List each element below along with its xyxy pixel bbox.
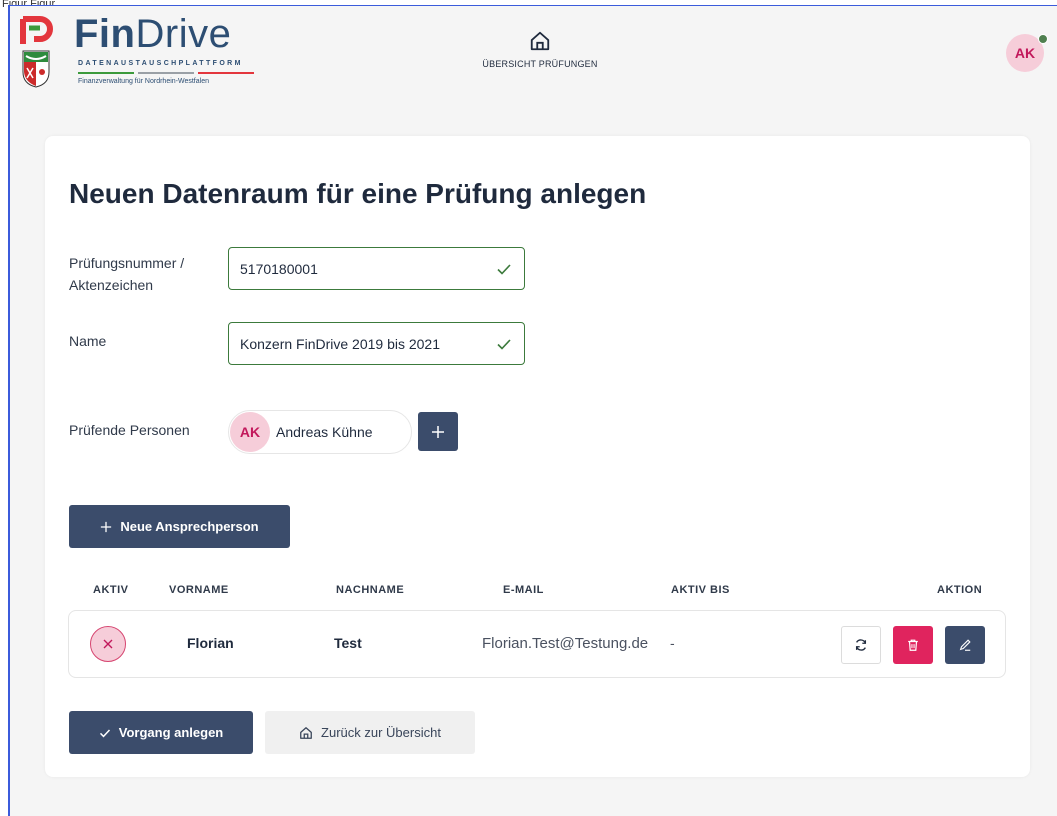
delete-button[interactable] bbox=[893, 626, 933, 664]
name-input[interactable]: Konzern FinDrive 2019 bis 2021 bbox=[228, 322, 525, 365]
brand-stripe-grey bbox=[138, 72, 194, 74]
examiner-chip[interactable]: AK Andreas Kühne bbox=[228, 410, 412, 454]
column-header-active-until: AKTIV BIS bbox=[671, 584, 730, 596]
add-examiner-button[interactable] bbox=[418, 412, 458, 451]
refresh-icon bbox=[855, 639, 867, 651]
exam-number-value: 5170180001 bbox=[240, 260, 318, 277]
examiner-avatar: AK bbox=[230, 412, 270, 452]
create-process-button[interactable]: Vorgang anlegen bbox=[69, 711, 253, 754]
exam-number-input[interactable]: 5170180001 bbox=[228, 247, 525, 290]
refresh-button[interactable] bbox=[841, 626, 881, 664]
online-status-dot bbox=[1038, 34, 1048, 44]
brand-stripe-red bbox=[198, 72, 254, 74]
column-header-firstname: VORNAME bbox=[169, 584, 229, 596]
home-icon bbox=[530, 31, 550, 51]
exam-number-label: Prüfungsnummer / Aktenzeichen bbox=[69, 252, 184, 296]
contact-firstname: Florian bbox=[187, 635, 234, 651]
name-value: Konzern FinDrive 2019 bis 2021 bbox=[240, 335, 441, 352]
exam-number-label-line2: Aktenzeichen bbox=[69, 277, 154, 293]
nav-overview-link[interactable]: ÜBERSICHT PRÜFUNGEN bbox=[470, 30, 610, 69]
back-to-overview-label: Zurück zur Übersicht bbox=[321, 725, 441, 740]
fd-mark-icon bbox=[20, 16, 53, 44]
column-header-action: AKTION bbox=[937, 584, 983, 596]
contact-active-until: - bbox=[670, 635, 675, 651]
back-to-overview-button[interactable]: Zurück zur Übersicht bbox=[265, 711, 475, 754]
plus-icon bbox=[432, 425, 444, 438]
examiner-name: Andreas Kühne bbox=[276, 424, 373, 440]
app-frame: FinDrive DATENAUSTAUSCHPLATTFORM Finanzv… bbox=[8, 5, 1057, 816]
brand-tagline: Finanzverwaltung für Nordrhein-Westfalen bbox=[78, 78, 209, 85]
trash-icon bbox=[908, 639, 918, 651]
column-header-lastname: NACHNAME bbox=[336, 584, 405, 596]
column-header-email: E-MAIL bbox=[503, 584, 544, 596]
valid-check-icon bbox=[484, 336, 524, 352]
toggle-active-button[interactable] bbox=[90, 626, 126, 662]
top-bar: FinDrive DATENAUSTAUSCHPLATTFORM Finanzv… bbox=[10, 6, 1057, 102]
findrive-logo[interactable]: FinDrive DATENAUSTAUSCHPLATTFORM Finanzv… bbox=[20, 12, 270, 94]
plus-icon bbox=[101, 521, 112, 532]
name-label: Name bbox=[69, 333, 107, 349]
table-row: Florian Test Florian.Test@Testung.de - bbox=[68, 610, 1006, 678]
create-process-label: Vorgang anlegen bbox=[118, 725, 224, 740]
brand-name: FinDrive bbox=[74, 12, 232, 56]
home-icon bbox=[300, 726, 312, 739]
page-title: Neuen Datenraum für eine Prüfung anlegen bbox=[69, 178, 647, 209]
edit-button[interactable] bbox=[945, 626, 985, 664]
close-icon bbox=[103, 639, 113, 649]
exam-number-label-line1: Prüfungsnummer / bbox=[69, 255, 185, 271]
new-contact-button[interactable]: Neue Ansprechperson bbox=[69, 505, 290, 548]
valid-check-icon bbox=[484, 261, 524, 277]
brand-stripe-green bbox=[78, 72, 134, 74]
nav-overview-label: ÜBERSICHT PRÜFUNGEN bbox=[482, 59, 598, 69]
brand-subtitle: DATENAUSTAUSCHPLATTFORM bbox=[78, 60, 243, 67]
create-dataroom-card: Neuen Datenraum für eine Prüfung anlegen… bbox=[45, 136, 1030, 777]
column-header-active: AKTIV bbox=[93, 584, 129, 596]
nrw-crest-icon bbox=[22, 50, 50, 88]
contact-email: Florian.Test@Testung.de bbox=[482, 635, 649, 652]
examiners-label: Prüfende Personen bbox=[69, 422, 190, 438]
check-icon bbox=[99, 728, 110, 737]
pencil-icon bbox=[959, 639, 971, 651]
new-contact-label: Neue Ansprechperson bbox=[120, 519, 259, 534]
contact-lastname: Test bbox=[334, 635, 362, 651]
